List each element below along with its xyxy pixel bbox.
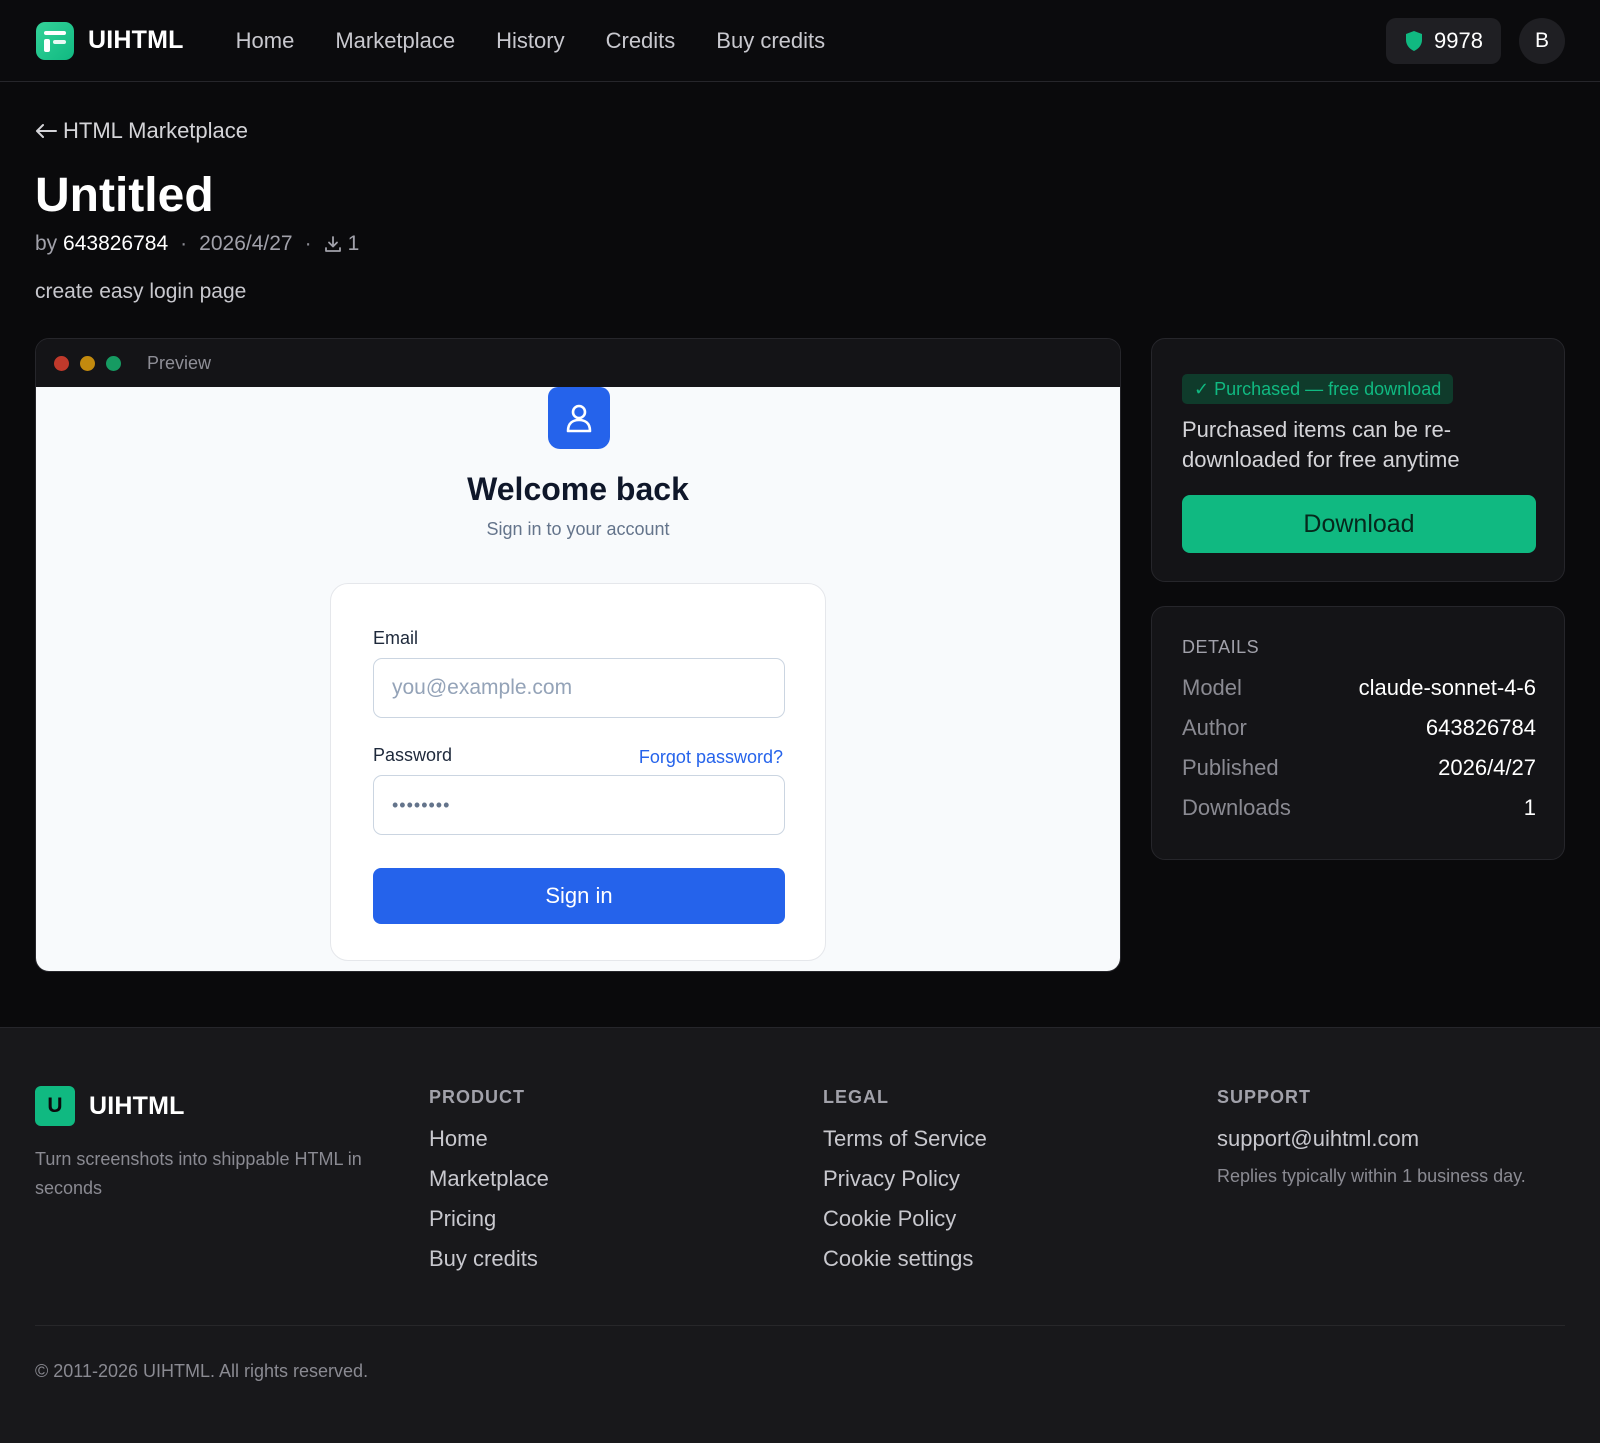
purchase-note: Purchased items can be re-downloaded for… [1182,417,1460,472]
details-heading: DETAILS [1182,637,1260,657]
detail-row-model: Model claude-sonnet-4-6 [1182,675,1536,701]
separator: · [304,232,312,255]
credits-count: 9978 [1434,27,1483,53]
window-minimize-dot [80,355,95,371]
page-title: Untitled [35,169,214,222]
download-count: 1 [347,232,360,255]
copyright: © 2011-2026 UIHTML. All rights reserved. [35,1361,369,1381]
detail-row-author: Author 643826784 [1182,715,1536,741]
login-heading: Welcome back [467,471,689,507]
download-button[interactable]: Download [1182,495,1536,553]
window-maximize-dot [106,355,121,371]
credits-balance[interactable]: 9978 [1386,17,1501,64]
detail-key: Published [1182,755,1279,780]
author-link[interactable]: 643826784 [63,232,168,255]
footer: U UIHTML Turn screenshots into shippable… [0,1027,1600,1443]
publish-date: 2026/4/27 [199,232,293,255]
footer-heading-support: SUPPORT [1217,1087,1312,1107]
preview-titlebar: Preview [36,339,1120,387]
footer-heading-product: PRODUCT [429,1087,525,1107]
separator: · [180,232,188,255]
detail-key: Downloads [1182,795,1291,820]
purchase-panel: ✓ Purchased — free download Purchased it… [1151,338,1565,582]
footer-link-buy-credits[interactable]: Buy credits [429,1246,549,1272]
page-description: create easy login page [35,280,247,303]
forgot-password-link[interactable]: Forgot password? [639,747,783,768]
user-icon [566,404,592,433]
footer-brand: U UIHTML [35,1086,185,1126]
nav-links: Home Marketplace History Credits Buy cre… [236,28,826,54]
nav-link-credits[interactable]: Credits [606,28,676,54]
password-label: Password [373,745,453,765]
footer-link-home[interactable]: Home [429,1126,549,1152]
email-label: Email [373,628,419,648]
user-avatar-badge [548,387,610,449]
footer-link-cookie-settings[interactable]: Cookie settings [823,1246,987,1272]
download-icon [324,236,341,252]
preview-label: Preview [147,352,212,373]
support-note: Replies typically within 1 business day. [1217,1166,1526,1186]
top-nav: UIHTML Home Marketplace History Credits … [0,0,1600,82]
login-card: Email you@example.com Password Forgot pa… [330,583,826,961]
nav-link-buy-credits[interactable]: Buy credits [716,28,825,54]
detail-value: claude-sonnet-4-6 [1358,675,1536,700]
footer-heading-legal: LEGAL [823,1087,889,1107]
footer-link-cookie-policy[interactable]: Cookie Policy [823,1206,987,1232]
detail-value: 1 [1523,795,1536,820]
back-link-label: HTML Marketplace [63,118,249,143]
page-meta: by 643826784 · 2026/4/27 · 1 [35,232,359,256]
login-subtitle: Sign in to your account [486,519,670,539]
purchased-badge: ✓ Purchased — free download [1182,374,1454,404]
window-close-dot [54,355,69,371]
footer-col-legal: LEGAL Terms of Service Privacy Policy Co… [823,1087,987,1286]
preview-content: Welcome back Sign in to your account Ema… [36,387,1120,971]
sign-in-button[interactable]: Sign in [373,868,785,924]
details-panel: DETAILS Model claude-sonnet-4-6 Author 643… [1151,606,1565,860]
shield-icon [1406,30,1423,51]
footer-logo-icon: U [35,1086,75,1126]
footer-tagline: Turn screenshots into shippable HTML in … [35,1149,362,1198]
nav-link-marketplace[interactable]: Marketplace [335,28,455,54]
logo-icon [36,21,74,60]
footer-link-pricing[interactable]: Pricing [429,1206,549,1232]
avatar[interactable]: B [1519,17,1565,64]
footer-divider [35,1325,1565,1326]
brand-name: UIHTML [88,26,184,54]
detail-key: Model [1182,675,1242,700]
by-label: by [35,232,58,255]
detail-value: 2026/4/27 [1438,755,1536,780]
password-field[interactable]: •••••••• [373,775,785,835]
nav-link-home[interactable]: Home [236,28,295,54]
email-field[interactable]: you@example.com [373,658,785,718]
brand[interactable]: UIHTML [36,21,184,60]
support-email-link[interactable]: support@uihtml.com [1217,1126,1526,1152]
footer-link-marketplace[interactable]: Marketplace [429,1166,549,1192]
footer-link-terms[interactable]: Terms of Service [823,1126,987,1152]
nav-link-history[interactable]: History [496,28,564,54]
detail-value: 643826784 [1425,715,1536,740]
back-link[interactable]: HTML Marketplace [35,118,248,144]
detail-row-downloads: Downloads 1 [1182,795,1536,821]
footer-brand-name: UIHTML [89,1091,185,1120]
detail-row-published: Published 2026/4/27 [1182,755,1536,781]
footer-link-privacy[interactable]: Privacy Policy [823,1166,987,1192]
detail-key: Author [1182,715,1247,740]
footer-col-product: PRODUCT Home Marketplace Pricing Buy cre… [429,1087,549,1286]
preview-window: Preview Welcome back Sign in to your acc… [35,338,1121,972]
footer-col-support: SUPPORT support@uihtml.com Replies typic… [1217,1087,1526,1187]
arrow-left-icon [36,124,57,138]
